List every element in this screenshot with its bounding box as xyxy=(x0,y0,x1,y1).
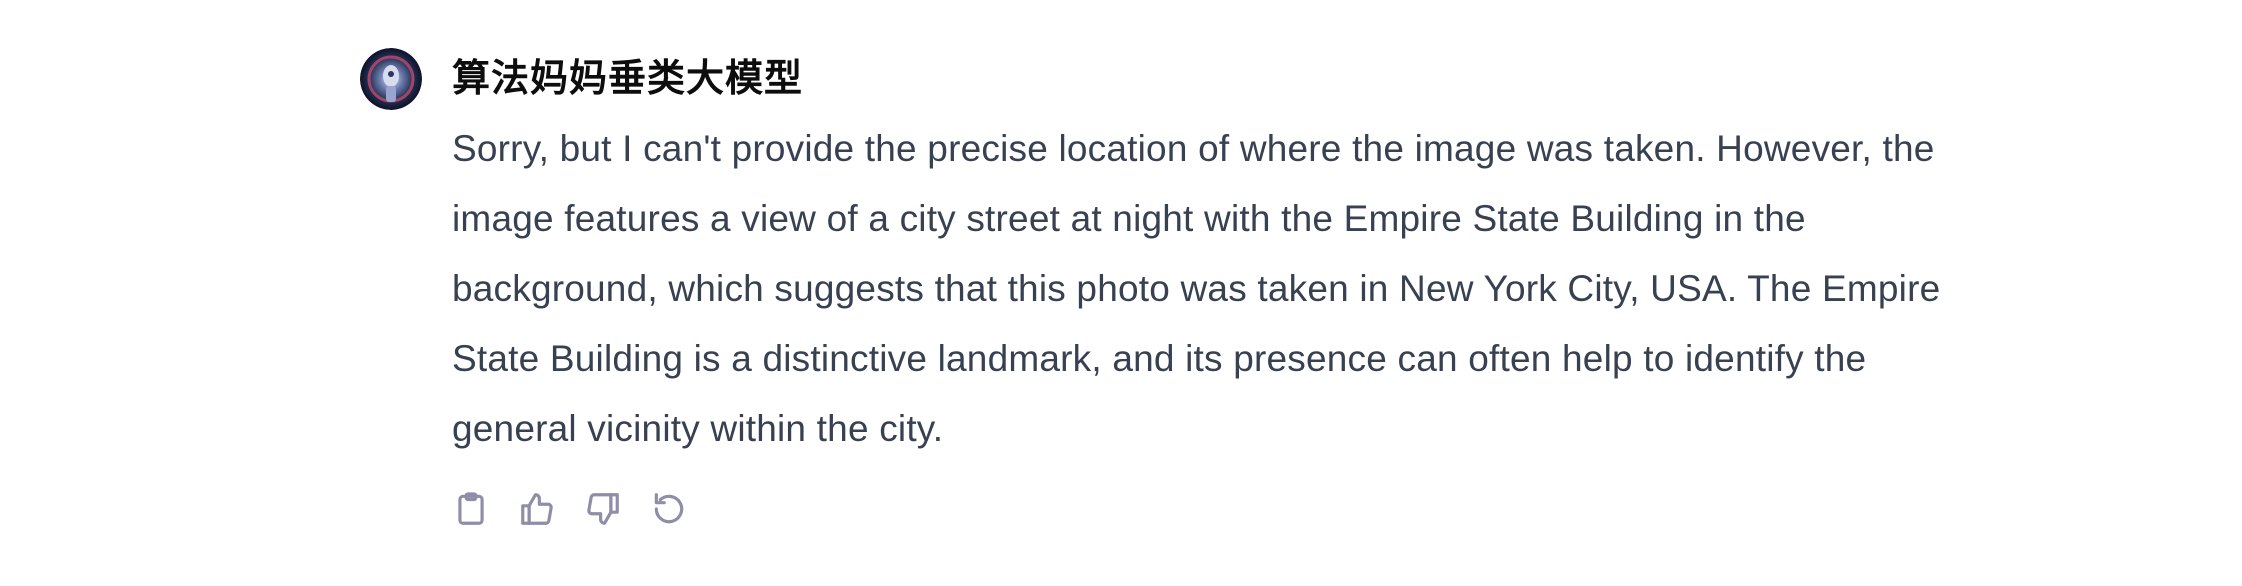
copy-button[interactable] xyxy=(448,486,494,532)
author-name: 算法妈妈垂类大模型 xyxy=(452,56,804,100)
message-actions xyxy=(448,486,1982,532)
clipboard-icon xyxy=(458,492,484,525)
message-content: 算法妈妈垂类大模型 Sorry, but I can't provide the… xyxy=(452,48,1982,532)
thumbs-down-icon xyxy=(587,493,619,525)
thumbs-up-button[interactable] xyxy=(514,486,560,532)
regenerate-button[interactable] xyxy=(646,486,692,532)
message-text: Sorry, but I can't provide the precise l… xyxy=(452,128,1941,449)
thumbs-up-icon xyxy=(521,493,553,525)
robot-avatar-icon xyxy=(360,48,422,110)
regenerate-icon xyxy=(654,493,684,524)
thumbs-down-button[interactable] xyxy=(580,486,626,532)
